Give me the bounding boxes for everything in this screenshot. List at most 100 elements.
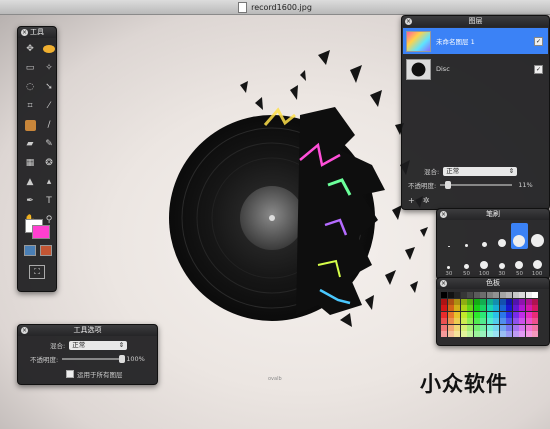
close-icon[interactable]: ×: [440, 280, 447, 287]
color-swatch[interactable]: [473, 298, 480, 305]
screen-mode-icon[interactable]: [40, 245, 52, 256]
color-swatch[interactable]: [519, 298, 525, 305]
blend-select[interactable]: 正常 ⇕: [69, 340, 128, 350]
color-swatch[interactable]: [519, 331, 525, 337]
fit-screen-icon[interactable]: ⛶: [29, 265, 45, 279]
text-icon[interactable]: T: [42, 194, 56, 208]
pen-icon[interactable]: ✒: [23, 194, 37, 208]
color-swatch[interactable]: [454, 318, 460, 324]
layer-opacity-knob[interactable]: [445, 181, 452, 189]
opacity-slider-knob[interactable]: [119, 355, 126, 363]
layer-row[interactable]: Disc ✓: [403, 56, 548, 82]
color-swatch[interactable]: [525, 292, 532, 298]
color-swatch[interactable]: [441, 324, 447, 331]
color-swatch[interactable]: [447, 298, 454, 305]
brush-preset[interactable]: [493, 223, 511, 249]
color-swatch[interactable]: [480, 305, 486, 311]
color-swatch[interactable]: [506, 331, 512, 337]
brush-preset[interactable]: 30: [493, 251, 511, 277]
color-swatch[interactable]: [525, 324, 532, 331]
color-swatch[interactable]: [454, 298, 460, 305]
color-swatch[interactable]: [486, 331, 493, 337]
color-swatch[interactable]: [441, 311, 447, 318]
color-swatch[interactable]: [506, 324, 512, 331]
layer-visibility-checkbox[interactable]: ✓: [534, 36, 543, 46]
color-swatch[interactable]: [512, 331, 519, 337]
close-icon[interactable]: ×: [21, 327, 28, 334]
color-swatch[interactable]: [493, 311, 499, 318]
color-swatch[interactable]: [499, 305, 506, 311]
color-swatch[interactable]: [447, 305, 454, 311]
color-swatch[interactable]: [525, 318, 532, 324]
color-swatch[interactable]: [525, 331, 532, 337]
color-swatch[interactable]: [467, 324, 473, 331]
brush-preset[interactable]: [458, 223, 476, 249]
rect-select-icon[interactable]: ▭: [23, 61, 37, 75]
color-swatch[interactable]: [506, 318, 512, 324]
brush-icon[interactable]: /: [42, 118, 56, 132]
color-swatch[interactable]: [506, 298, 512, 305]
color-swatch[interactable]: [454, 292, 460, 298]
quick-mask-icon[interactable]: [24, 245, 36, 256]
color-swatch[interactable]: [473, 311, 480, 318]
color-swatch[interactable]: [493, 318, 499, 324]
brush-preset[interactable]: [440, 223, 458, 249]
layer-opacity-slider[interactable]: [440, 181, 513, 189]
color-swatch[interactable]: [473, 331, 480, 337]
color-swatch[interactable]: [532, 331, 538, 337]
brush-preset[interactable]: 50: [458, 251, 476, 277]
apply-all-checkbox[interactable]: [66, 370, 74, 378]
color-swatch[interactable]: [467, 318, 473, 324]
color-swatch[interactable]: [512, 311, 519, 318]
color-swatch[interactable]: [512, 305, 519, 311]
color-swatch[interactable]: [493, 305, 499, 311]
color-swatch[interactable]: [480, 318, 486, 324]
color-swatch[interactable]: [512, 292, 519, 298]
close-icon[interactable]: ×: [21, 29, 28, 36]
color-swatch[interactable]: [519, 305, 525, 311]
color-swatch[interactable]: [486, 305, 493, 311]
stamp-icon[interactable]: [23, 118, 37, 132]
color-swatch[interactable]: [486, 292, 493, 298]
color-swatch[interactable]: [447, 331, 454, 337]
color-swatch[interactable]: [512, 298, 519, 305]
pencil-icon[interactable]: ✎: [42, 137, 56, 151]
color-swatch[interactable]: [480, 292, 486, 298]
color-swatch[interactable]: [532, 311, 538, 318]
color-swatch[interactable]: [506, 305, 512, 311]
close-icon[interactable]: ×: [405, 18, 412, 25]
color-swatch[interactable]: [460, 324, 467, 331]
color-swatch[interactable]: [467, 292, 473, 298]
color-swatch[interactable]: [480, 298, 486, 305]
color-swatch[interactable]: [532, 318, 538, 324]
color-swatch[interactable]: [473, 324, 480, 331]
color-swatch[interactable]: [499, 331, 506, 337]
color-swatch[interactable]: [493, 324, 499, 331]
opacity-slider[interactable]: [62, 355, 126, 363]
brush-preset[interactable]: [475, 223, 493, 249]
add-layer-button[interactable]: +: [408, 196, 415, 205]
color-swatch[interactable]: [519, 318, 525, 324]
color-swatch[interactable]: [447, 311, 454, 318]
close-icon[interactable]: ×: [440, 211, 447, 218]
brush-preset[interactable]: 30: [440, 251, 458, 277]
color-swatch[interactable]: [473, 292, 480, 298]
color-swatch[interactable]: [441, 298, 447, 305]
color-swatch[interactable]: [473, 305, 480, 311]
brush-preset[interactable]: [528, 223, 546, 249]
move-tool-icon[interactable]: ✥: [23, 42, 37, 56]
layer-visibility-checkbox[interactable]: ✓: [534, 64, 543, 74]
color-swatch[interactable]: [441, 305, 447, 311]
color-swatch[interactable]: [480, 331, 486, 337]
color-swatch[interactable]: [480, 324, 486, 331]
color-swatch[interactable]: [441, 331, 447, 337]
color-swatch[interactable]: [460, 311, 467, 318]
color-swatch[interactable]: [441, 292, 447, 298]
color-swatch[interactable]: [454, 331, 460, 337]
color-swatch[interactable]: [512, 324, 519, 331]
magic-select-icon[interactable]: ✧: [42, 61, 56, 75]
crop-icon[interactable]: ⌗: [23, 99, 37, 113]
layer-settings-icon[interactable]: ✲: [423, 196, 430, 205]
color-swatch[interactable]: [525, 311, 532, 318]
brush-preset[interactable]: 50: [511, 251, 529, 277]
